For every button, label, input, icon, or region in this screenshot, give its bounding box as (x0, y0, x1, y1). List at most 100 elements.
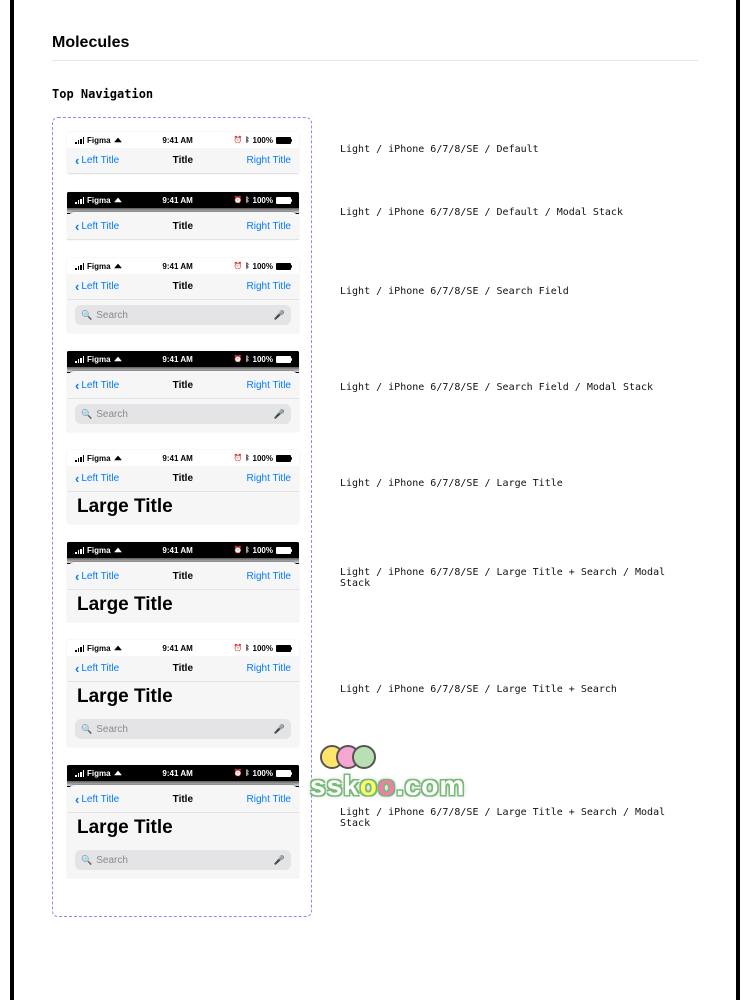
nav-bar: ‹Left Title Title Right Title (67, 466, 299, 492)
chevron-left-icon: ‹ (75, 154, 79, 167)
nav-right-button[interactable]: Right Title (247, 221, 291, 232)
carrier-label: Figma (87, 136, 111, 145)
subsection-heading: Top Navigation (52, 87, 698, 101)
nav-back-button[interactable]: ‹Left Title (75, 379, 119, 392)
carrier-label: Figma (87, 769, 111, 778)
nav-bar: ‹Left Title Title Right Title (67, 787, 299, 813)
nav-title: Title (173, 663, 193, 674)
clock: 9:41 AM (162, 355, 192, 364)
signal-icon (75, 137, 84, 144)
battery-icon (276, 455, 291, 462)
nav-right-button[interactable]: Right Title (247, 155, 291, 166)
alarm-icon: ⏰ (234, 454, 243, 462)
status-bar: Figma 9:41 AM ⏰ ᛒ 100% (67, 192, 299, 208)
battery-icon (276, 547, 291, 554)
bluetooth-icon: ᛒ (245, 645, 249, 652)
alarm-icon: ⏰ (234, 136, 243, 144)
bluetooth-icon: ᛒ (245, 547, 249, 554)
modal-sheet: ‹Left Title Title Right Title (67, 212, 299, 240)
battery-percent: 100% (253, 136, 273, 145)
clock: 9:41 AM (162, 196, 192, 205)
search-bar: 🔍 Search 🎤 (67, 714, 299, 747)
nav-left-label: Left Title (81, 794, 119, 805)
bluetooth-icon: ᛒ (245, 770, 249, 777)
nav-back-button[interactable]: ‹Left Title (75, 793, 119, 806)
clock: 9:41 AM (162, 546, 192, 555)
wifi-icon (114, 456, 122, 461)
phone-mockup: Figma 9:41 AM ⏰ ᛒ 100% ‹Left Title Title… (67, 351, 299, 432)
battery-percent: 100% (253, 769, 273, 778)
chevron-left-icon: ‹ (75, 662, 79, 675)
nav-right-button[interactable]: Right Title (247, 663, 291, 674)
modal-container: Figma 9:41 AM ⏰ ᛒ 100% ‹Left Title Title… (67, 351, 299, 432)
clock: 9:41 AM (162, 454, 192, 463)
search-bar: 🔍 Search 🎤 (67, 845, 299, 878)
nav-right-button[interactable]: Right Title (247, 571, 291, 582)
nav-left-label: Left Title (81, 571, 119, 582)
nav-title: Title (173, 221, 193, 232)
search-input[interactable]: 🔍 Search 🎤 (75, 719, 291, 739)
search-icon: 🔍 (81, 855, 92, 866)
search-placeholder: Search (96, 855, 270, 866)
carrier-label: Figma (87, 644, 111, 653)
mic-icon: 🎤 (274, 855, 285, 866)
nav-left-label: Left Title (81, 380, 119, 391)
nav-back-button[interactable]: ‹Left Title (75, 220, 119, 233)
battery-icon (276, 263, 291, 270)
signal-icon (75, 263, 84, 270)
variant-label: Light / iPhone 6/7/8/SE / Large Title + … (340, 752, 698, 883)
battery-icon (276, 356, 291, 363)
wifi-icon (114, 138, 122, 143)
signal-icon (75, 455, 84, 462)
wifi-icon (114, 646, 122, 651)
battery-icon (276, 645, 291, 652)
alarm-icon: ⏰ (234, 769, 243, 777)
nav-title: Title (173, 794, 193, 805)
phone-mockup: Figma 9:41 AM ⏰ ᛒ 100% ‹Left Title Title… (67, 258, 299, 333)
nav-right-button[interactable]: Right Title (247, 473, 291, 484)
search-input[interactable]: 🔍 Search 🎤 (75, 404, 291, 424)
carrier-label: Figma (87, 355, 111, 364)
large-title: Large Title (67, 682, 299, 714)
clock: 9:41 AM (162, 136, 192, 145)
search-placeholder: Search (96, 409, 270, 420)
clock: 9:41 AM (162, 644, 192, 653)
carrier-label: Figma (87, 262, 111, 271)
variant-label: Light / iPhone 6/7/8/SE / Search Field (340, 245, 698, 338)
nav-right-button[interactable]: Right Title (247, 794, 291, 805)
signal-icon (75, 645, 84, 652)
component-frame: Figma 9:41 AM ⏰ ᛒ 100% ‹Left Title Title… (52, 117, 312, 917)
variant-label: Light / iPhone 6/7/8/SE / Large Title + … (340, 627, 698, 752)
bluetooth-icon: ᛒ (245, 197, 249, 204)
nav-back-button[interactable]: ‹Left Title (75, 472, 119, 485)
search-icon: 🔍 (81, 310, 92, 321)
variant-label: Light / iPhone 6/7/8/SE / Default / Moda… (340, 179, 698, 245)
search-input[interactable]: 🔍 Search 🎤 (75, 305, 291, 325)
nav-right-button[interactable]: Right Title (247, 380, 291, 391)
battery-percent: 100% (253, 262, 273, 271)
chevron-left-icon: ‹ (75, 280, 79, 293)
alarm-icon: ⏰ (234, 355, 243, 363)
section-heading: Molecules (52, 34, 698, 52)
nav-back-button[interactable]: ‹Left Title (75, 280, 119, 293)
battery-percent: 100% (253, 196, 273, 205)
battery-icon (276, 770, 291, 777)
search-icon: 🔍 (81, 724, 92, 735)
nav-bar: ‹Left Title Title Right Title (67, 148, 299, 174)
nav-back-button[interactable]: ‹Left Title (75, 662, 119, 675)
nav-title: Title (173, 155, 193, 166)
nav-back-button[interactable]: ‹Left Title (75, 570, 119, 583)
nav-left-label: Left Title (81, 221, 119, 232)
status-bar: Figma 9:41 AM ⏰ ᛒ 100% (67, 640, 299, 656)
nav-left-label: Left Title (81, 281, 119, 292)
nav-right-label: Right Title (247, 221, 291, 232)
signal-icon (75, 356, 84, 363)
nav-bar: ‹Left Title Title Right Title (67, 373, 299, 399)
search-input[interactable]: 🔍 Search 🎤 (75, 850, 291, 870)
phone-mockup: Figma 9:41 AM ⏰ ᛒ 100% ‹Left Title Title… (67, 640, 299, 747)
phone-mockup: Figma 9:41 AM ⏰ ᛒ 100% ‹Left Title Title… (67, 450, 299, 524)
nav-back-button[interactable]: ‹Left Title (75, 154, 119, 167)
nav-right-button[interactable]: Right Title (247, 281, 291, 292)
bluetooth-icon: ᛒ (245, 263, 249, 270)
chevron-left-icon: ‹ (75, 472, 79, 485)
